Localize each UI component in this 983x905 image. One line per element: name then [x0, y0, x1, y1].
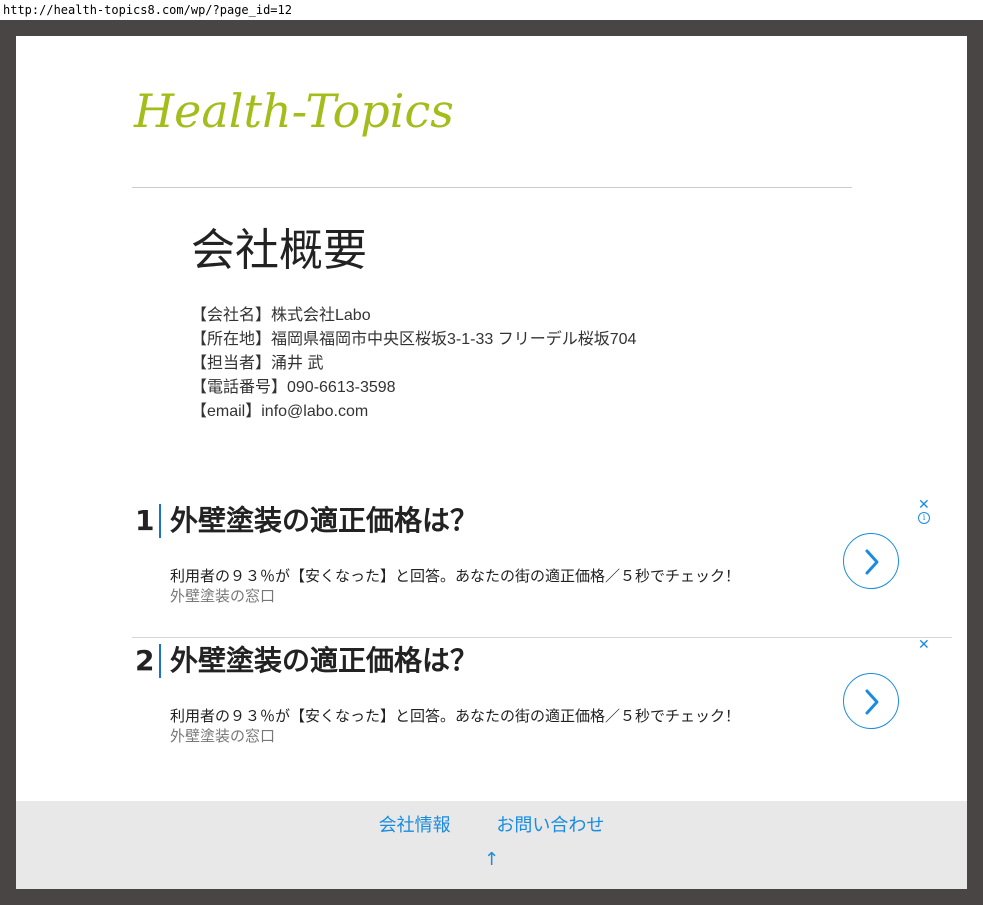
page-frame: Health-Topics 会社概要 【会社名】株式会社Labo 【所在地】福岡… — [0, 20, 983, 905]
ad-unit-1[interactable]: 1 外壁塗装の適正価格は？ 利用者の９３％が【安くなった】と回答。あなたの街の適… — [132, 498, 952, 635]
footer-link-contact[interactable]: お問い合わせ — [496, 815, 604, 836]
chevron-right-icon[interactable] — [843, 673, 899, 729]
site-footer: 会社情報 お問い合わせ ↑ — [16, 801, 967, 889]
back-to-top: ↑ — [16, 849, 967, 870]
address-bar[interactable]: http://health-topics8.com/wp/?page_id=12 — [0, 0, 983, 20]
ad-rank: 1 — [135, 504, 155, 537]
ad-unit-2[interactable]: 2 外壁塗装の適正価格は？ 利用者の９３％が【安くなった】と回答。あなたの街の適… — [132, 637, 952, 775]
page-content: Health-Topics 会社概要 【会社名】株式会社Labo 【所在地】福岡… — [16, 36, 967, 889]
ad-rank: 2 — [135, 644, 155, 677]
company-name-row: 【会社名】株式会社Labo — [191, 307, 371, 324]
close-icon[interactable]: ✕ — [918, 498, 930, 512]
ad-rank-divider — [159, 504, 161, 538]
site-logo[interactable]: Health-Topics — [134, 84, 454, 138]
footer-link-company-info[interactable]: 会社情報 — [379, 815, 451, 836]
ad-headline[interactable]: 外壁塗装の適正価格は？ — [170, 502, 478, 540]
ad-source[interactable]: 外壁塗装の窓口 — [170, 586, 275, 606]
company-address-row: 【所在地】福岡県福岡市中央区桜坂3-1-33 フリーデル桜坂704 — [191, 331, 637, 348]
company-info: 【会社名】株式会社Labo 【所在地】福岡県福岡市中央区桜坂3-1-33 フリー… — [191, 304, 636, 424]
ad-description[interactable]: 利用者の９３％が【安くなった】と回答。あなたの街の適正価格／５秒でチェック！ — [170, 566, 740, 586]
company-phone-row: 【電話番号】090-6613-3598 — [191, 379, 396, 396]
footer-nav: 会社情報 お問い合わせ — [16, 811, 967, 837]
ad-rank-divider — [159, 644, 161, 678]
ad-source[interactable]: 外壁塗装の窓口 — [170, 726, 275, 746]
header-divider — [132, 187, 852, 188]
company-email-row: 【email】info@labo.com — [191, 403, 369, 420]
ad-headline[interactable]: 外壁塗装の適正価格は？ — [170, 642, 478, 680]
close-icon[interactable]: ✕ — [918, 638, 930, 652]
page-title: 会社概要 — [191, 225, 367, 276]
ad-description[interactable]: 利用者の９３％が【安くなった】と回答。あなたの街の適正価格／５秒でチェック！ — [170, 706, 740, 726]
company-contact-person-row: 【担当者】涌井 武 — [191, 355, 324, 372]
info-icon[interactable]: i — [918, 512, 930, 524]
chevron-right-icon[interactable] — [843, 533, 899, 589]
arrow-up-icon[interactable]: ↑ — [484, 849, 499, 870]
